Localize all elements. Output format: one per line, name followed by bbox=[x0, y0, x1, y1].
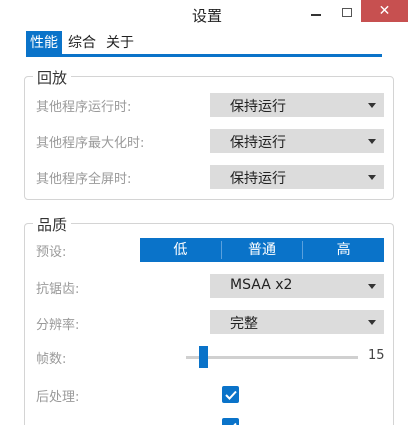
fullscreen-label: 其他程序全屏时: bbox=[36, 172, 132, 187]
resolution-label: 分辨率: bbox=[36, 318, 80, 333]
tab-bar: 性能 综合 关于 bbox=[26, 31, 140, 55]
fps-slider-track[interactable] bbox=[186, 356, 358, 359]
preset-normal[interactable]: 普通 bbox=[222, 238, 303, 262]
playback-group-title: 回放 bbox=[33, 67, 72, 88]
fullscreen-value: 保持运行 bbox=[230, 171, 286, 187]
preset-label: 预设: bbox=[36, 245, 67, 260]
minimize-icon bbox=[311, 14, 321, 16]
close-icon: ✕ bbox=[378, 3, 391, 19]
chevron-down-icon bbox=[368, 139, 376, 144]
minimize-button[interactable] bbox=[300, 0, 332, 24]
fps-value: 15 bbox=[368, 348, 385, 363]
maximized-label: 其他程序最大化时: bbox=[36, 136, 145, 151]
maximize-icon bbox=[342, 7, 352, 17]
chevron-down-icon bbox=[368, 103, 376, 108]
fps-label: 帧数: bbox=[36, 352, 67, 367]
checkmark-icon bbox=[232, 422, 237, 425]
tab-general[interactable]: 综合 bbox=[64, 31, 100, 55]
aa-dropdown[interactable]: MSAA x2 bbox=[210, 274, 384, 298]
tab-about[interactable]: 关于 bbox=[102, 31, 138, 55]
chevron-down-icon bbox=[368, 175, 376, 180]
aa-label: 抗锯齿: bbox=[36, 282, 80, 297]
postprocess-label: 后处理: bbox=[36, 390, 80, 405]
preset-low[interactable]: 低 bbox=[140, 238, 221, 262]
preset-selector: 低 普通 高 bbox=[140, 238, 384, 262]
fps-slider-thumb[interactable] bbox=[199, 346, 209, 368]
resolution-dropdown[interactable]: 完整 bbox=[210, 310, 384, 334]
chevron-down-icon bbox=[368, 320, 376, 325]
aa-value: MSAA x2 bbox=[230, 277, 293, 293]
quality-group-title: 品质 bbox=[33, 214, 72, 235]
title-bar: 设置 ✕ bbox=[0, 0, 414, 30]
maximized-dropdown[interactable]: 保持运行 bbox=[210, 129, 384, 153]
checkmark-icon bbox=[224, 390, 237, 400]
chevron-down-icon bbox=[368, 284, 376, 289]
extra-checkbox[interactable] bbox=[222, 418, 239, 425]
running-value: 保持运行 bbox=[230, 99, 286, 115]
preset-high[interactable]: 高 bbox=[303, 238, 384, 262]
maximize-button[interactable] bbox=[333, 0, 361, 24]
fullscreen-dropdown[interactable]: 保持运行 bbox=[210, 165, 384, 189]
resolution-value: 完整 bbox=[230, 316, 258, 332]
tab-performance[interactable]: 性能 bbox=[26, 31, 62, 55]
maximized-value: 保持运行 bbox=[230, 135, 286, 151]
running-label: 其他程序运行时: bbox=[36, 100, 132, 115]
close-button[interactable]: ✕ bbox=[361, 0, 408, 22]
postprocess-checkbox[interactable] bbox=[222, 386, 239, 403]
running-dropdown[interactable]: 保持运行 bbox=[210, 93, 384, 117]
tab-underline bbox=[26, 54, 382, 57]
